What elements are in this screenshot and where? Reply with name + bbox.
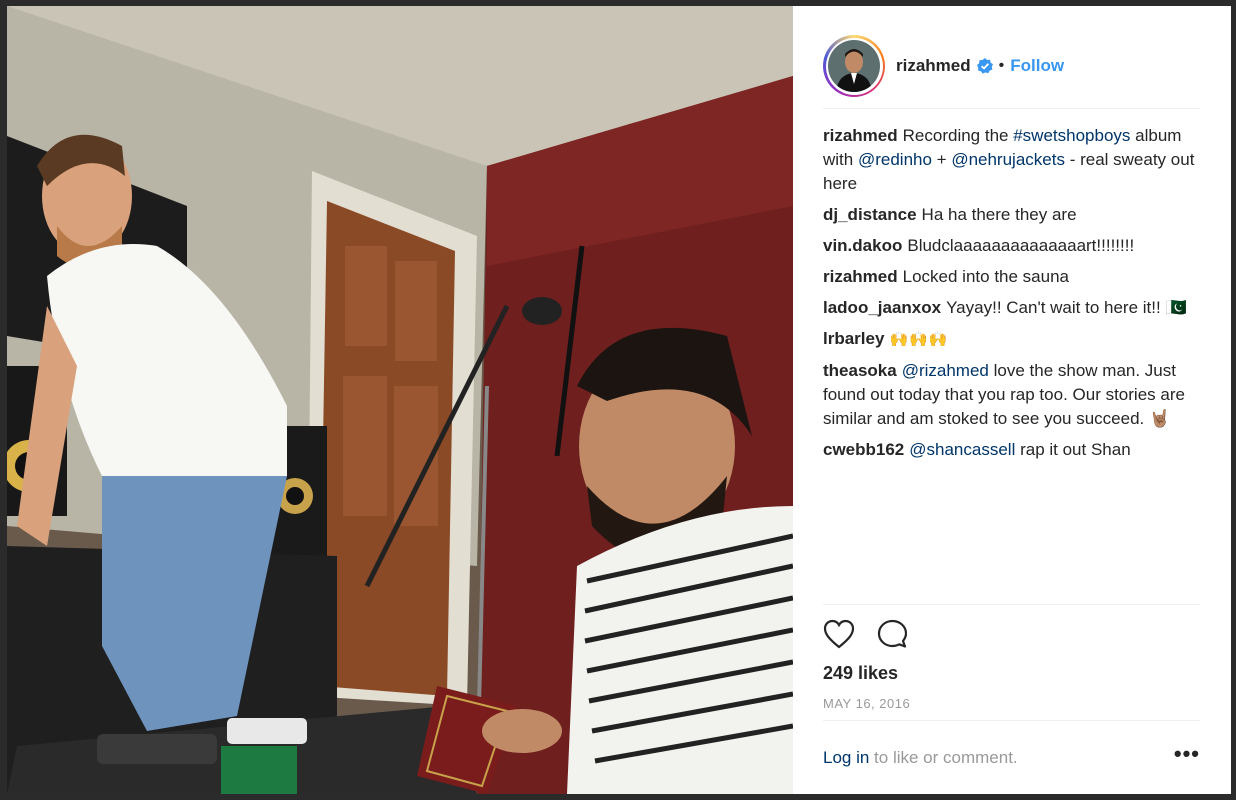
comment-text: Locked into the sauna	[902, 267, 1069, 286]
mention-link[interactable]: @rizahmed	[902, 361, 989, 380]
heart-icon[interactable]	[823, 619, 855, 649]
comment-text: Bludclaaaaaaaaaaaaaart!!!!!!!!	[907, 236, 1135, 255]
mention-link[interactable]: @redinho	[858, 150, 932, 169]
post-actions: 249 likes MAY 16, 2016	[823, 604, 1200, 711]
action-icons	[823, 619, 1200, 649]
list-item: dj_distance Ha ha there they are	[823, 203, 1200, 227]
comment-icon[interactable]	[877, 619, 907, 649]
list-item: lrbarley 🙌🙌🙌	[823, 327, 1200, 352]
comment-text: Yayay!! Can't wait to here it!!	[946, 298, 1161, 317]
follow-button[interactable]: Follow	[1010, 56, 1064, 76]
login-bar: Log in to like or comment. •••	[823, 720, 1200, 794]
caption-text: Recording the	[902, 126, 1014, 145]
post-date: MAY 16, 2016	[823, 696, 911, 711]
post-sidebar: rizahmed • Follow rizahmed Recording the …	[793, 6, 1231, 794]
post-modal: rizahmed • Follow rizahmed Recording the …	[7, 6, 1231, 794]
post-photo[interactable]	[7, 6, 793, 794]
mention-link[interactable]: @nehrujackets	[951, 150, 1065, 169]
separator-dot: •	[998, 57, 1005, 74]
comment-username[interactable]: cwebb162	[823, 440, 904, 459]
likes-count[interactable]: 249 likes	[823, 663, 1200, 684]
flag-emoji: 🇵🇰	[1165, 298, 1187, 317]
list-item: ladoo_jaanxox Yayay!! Can't wait to here …	[823, 296, 1200, 320]
comment-username[interactable]: dj_distance	[823, 205, 917, 224]
caption-username[interactable]: rizahmed	[823, 126, 898, 145]
list-item: vin.dakoo Bludclaaaaaaaaaaaaaart!!!!!!!!	[823, 234, 1200, 258]
comment-username[interactable]: rizahmed	[823, 267, 898, 286]
rock-on-emoji: 🤘🏽	[1149, 409, 1171, 428]
mention-link[interactable]: @shancassell	[909, 440, 1015, 459]
caption-text: +	[931, 150, 952, 169]
comment-username[interactable]: theasoka	[823, 361, 897, 380]
login-link[interactable]: Log in	[823, 748, 869, 767]
comment-text: rap it out Shan	[1015, 440, 1131, 459]
login-prompt-text: to like or comment.	[869, 748, 1018, 767]
comment-username[interactable]: vin.dakoo	[823, 236, 902, 255]
verified-badge-icon	[976, 58, 993, 74]
comment-username[interactable]: ladoo_jaanxox	[823, 298, 941, 317]
more-options-icon[interactable]: •••	[1174, 741, 1200, 767]
comment-username[interactable]: lrbarley	[823, 329, 884, 348]
login-prompt: Log in to like or comment.	[823, 748, 1018, 768]
comment-text: Ha ha there they are	[921, 205, 1077, 224]
avatar[interactable]	[823, 35, 885, 97]
list-item: cwebb162 @shancassell rap it out Shan	[823, 438, 1200, 462]
list-item: rizahmed Locked into the sauna	[823, 265, 1200, 289]
raised-hands-emoji: 🙌🙌🙌	[889, 331, 949, 348]
comments-list: rizahmed Recording the #swetshopboys albu…	[823, 124, 1200, 469]
list-item: theasoka @rizahmed love the show man. Jus…	[823, 359, 1200, 431]
hashtag-link[interactable]: #swetshopboys	[1013, 126, 1130, 145]
post-header: rizahmed • Follow	[823, 24, 1200, 109]
caption: rizahmed Recording the #swetshopboys albu…	[823, 124, 1200, 196]
photo-illustration	[7, 6, 793, 794]
post-username[interactable]: rizahmed	[896, 56, 971, 76]
